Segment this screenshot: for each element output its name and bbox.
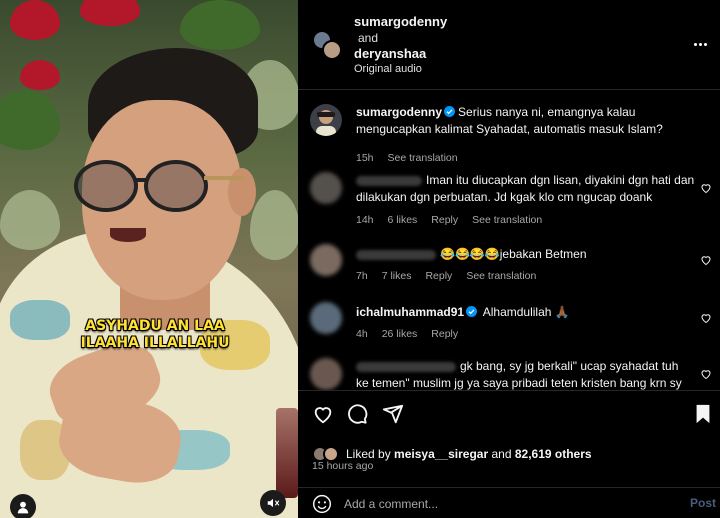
comment-body: gk bang, sy jg berkali" ucap syahadat tu… [356, 358, 696, 390]
comment-emojis: 😂😂😂😂 [440, 247, 500, 261]
add-comment-bar: Post [298, 487, 720, 518]
glasses-bridge [136, 178, 148, 182]
comment-text-line-2: ke temen" muslim jg ya saya pribadi tete… [356, 376, 682, 390]
dot [704, 42, 707, 46]
red-leaf [80, 0, 140, 26]
post-timestamp: 15 hours ago [312, 460, 374, 472]
likes-joiner: and [491, 447, 512, 461]
liked-by-prefix: Liked by [346, 447, 391, 461]
comment-body: ichalmuhammad91 Alhamdulilah 🙏🏾 [356, 304, 696, 321]
like-comment-heart-icon[interactable] [700, 182, 712, 194]
glasses-lens-right [144, 160, 208, 212]
verified-badge-icon [466, 306, 478, 317]
avatar[interactable] [310, 302, 342, 334]
mouth [110, 228, 146, 242]
liker-username[interactable]: meisya__siregar [394, 447, 488, 461]
reply-link[interactable]: Reply [431, 214, 458, 226]
see-translation-link[interactable]: See translation [466, 270, 536, 282]
blurred-username [356, 249, 436, 260]
bookmark-saved-icon[interactable] [692, 403, 714, 425]
more-options-button[interactable] [694, 34, 712, 54]
reply-link[interactable]: Reply [431, 328, 458, 340]
pale-leaf [0, 190, 60, 250]
green-leaf [0, 90, 60, 150]
user-icon [17, 501, 29, 514]
comment-text-line-1: gk bang, sy jg berkali" ucap syahadat tu… [460, 359, 679, 373]
like-heart-icon[interactable] [312, 403, 334, 425]
pale-leaf [250, 190, 298, 260]
likes-text[interactable]: Liked by meisya__siregar and 82,619 othe… [346, 447, 592, 461]
see-translation-link[interactable]: See translation [472, 214, 542, 226]
dot [694, 42, 697, 46]
add-comment-input[interactable] [344, 494, 674, 514]
avatar[interactable] [310, 358, 342, 390]
shirt-print [10, 300, 70, 340]
post-button[interactable]: Post [690, 496, 716, 510]
comment-time: 14h [356, 214, 374, 226]
reel-video[interactable]: ASYHADU AN LAA ILAAHA ILLALLAHU [0, 0, 298, 518]
comment-bubble-icon[interactable] [346, 403, 368, 425]
comment-username[interactable]: sumargodenny [356, 105, 442, 119]
comments-list[interactable]: sumargodenny Serius nanya ni, emangnya ka… [298, 90, 720, 390]
comment-likes[interactable]: 7 likes [382, 270, 412, 282]
comment-text: Alhamdulilah [482, 305, 552, 319]
collab-joiner: and [358, 31, 379, 45]
collaborator-username[interactable]: deryanshaa [354, 46, 426, 61]
comment-emoji: 🙏🏾 [554, 305, 570, 319]
tagged-users-button[interactable] [10, 494, 36, 518]
comment-body: 😂😂😂😂jebakan Betmen [356, 246, 696, 263]
comment-likes[interactable]: 6 likes [388, 214, 418, 226]
red-leaf [20, 60, 60, 90]
avatar [322, 40, 342, 60]
like-comment-heart-icon[interactable] [700, 254, 712, 266]
comment-likes[interactable]: 26 likes [382, 328, 418, 340]
blurred-username [356, 361, 456, 372]
caption-line-2: ILAAHA ILLALLAHU [80, 335, 230, 351]
comment-meta: 15h See translation [356, 152, 458, 164]
comment-meta: 4h 26 likes Reply [356, 328, 458, 340]
like-comment-heart-icon[interactable] [700, 368, 712, 380]
glasses-lens-left [74, 160, 138, 212]
post-header: sumargodenny and deryanshaa Original aud… [298, 0, 720, 90]
like-comment-heart-icon[interactable] [700, 312, 712, 324]
avatar[interactable] [310, 104, 342, 136]
collab-avatars[interactable] [312, 30, 344, 62]
emoji-picker-icon[interactable] [312, 494, 332, 514]
others-count[interactable]: 82,619 others [515, 447, 592, 461]
audio-link[interactable]: Original audio [354, 63, 422, 75]
author-username[interactable]: sumargodenny [354, 14, 447, 29]
comment-meta: 7h 7 likes Reply See translation [356, 270, 536, 282]
reply-link[interactable]: Reply [425, 270, 452, 282]
red-leaf [10, 0, 60, 40]
comment-body: sumargodenny Serius nanya ni, emangnya ka… [356, 104, 696, 138]
post-side-panel: sumargodenny and deryanshaa Original aud… [298, 0, 720, 518]
post-actions: Liked by meisya__siregar and 82,619 othe… [298, 390, 720, 518]
speaker-muted-icon [267, 498, 280, 508]
verified-badge-icon [444, 106, 456, 117]
comment-time: 7h [356, 270, 368, 282]
caption-line-1: ASYHADU AN LAA [85, 318, 225, 334]
green-leaf [180, 0, 260, 50]
comment-body: Iman itu diucapkan dgn lisan, diyakini d… [356, 172, 696, 206]
comment-username[interactable]: ichalmuhammad91 [356, 305, 464, 319]
video-caption: ASYHADU AN LAA ILAAHA ILLALLAHU [70, 318, 240, 352]
blurred-username [356, 175, 422, 186]
comment-time: 4h [356, 328, 368, 340]
avatar[interactable] [310, 244, 342, 276]
comment-time: 15h [356, 152, 374, 164]
mute-button[interactable] [260, 490, 286, 516]
avatar[interactable] [310, 172, 342, 204]
drinking-glass [276, 408, 298, 498]
see-translation-link[interactable]: See translation [388, 152, 458, 164]
share-send-icon[interactable] [382, 403, 404, 425]
comment-text: jebakan Betmen [499, 247, 587, 261]
profile-photo-icon [316, 110, 336, 136]
glasses-temple [204, 176, 244, 180]
dot [699, 42, 702, 46]
comment-meta: 14h 6 likes Reply See translation [356, 214, 542, 226]
